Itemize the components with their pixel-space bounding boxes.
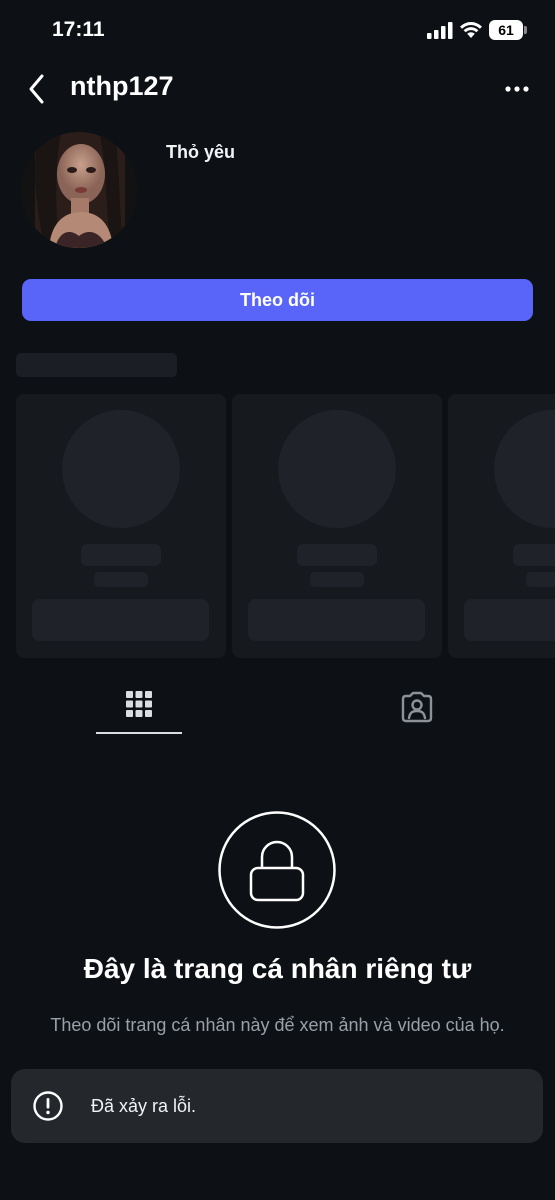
cellular-signal-icon	[427, 22, 453, 39]
suggestion-card-placeholder	[232, 394, 442, 658]
tab-tagged[interactable]	[374, 680, 460, 736]
suggestion-card-placeholder	[448, 394, 555, 658]
wifi-icon	[460, 22, 482, 38]
private-account-title: Đây là trang cá nhân riêng tư	[83, 953, 472, 984]
private-account-subtitle: Theo dõi trang cá nhân này để xem ảnh và…	[50, 1015, 505, 1035]
suggestions-title-placeholder	[16, 353, 177, 377]
display-name: Thỏ yêu	[166, 142, 236, 162]
suggestion-subtitle-placeholder	[310, 572, 364, 587]
suggestion-card-placeholder	[16, 394, 226, 658]
active-tab-indicator	[96, 732, 182, 734]
suggestion-button-placeholder	[248, 599, 425, 641]
alert-circle-icon	[33, 1091, 63, 1121]
avatar-image	[21, 132, 137, 248]
suggestion-name-placeholder	[81, 544, 161, 566]
avatar[interactable]	[21, 132, 137, 248]
follow-button[interactable]: Theo dõi	[22, 279, 533, 321]
suggestion-avatar-placeholder	[278, 410, 396, 528]
lock-icon	[218, 811, 336, 929]
more-horizontal-icon[interactable]	[500, 76, 534, 102]
suggestion-avatar-placeholder	[494, 410, 555, 528]
status-time: 17:11	[52, 18, 105, 41]
suggestion-subtitle-placeholder	[526, 572, 555, 587]
suggestion-button-placeholder	[464, 599, 555, 641]
suggestion-name-placeholder	[513, 544, 555, 566]
battery-indicator: 61	[489, 20, 527, 40]
suggestion-name-placeholder	[297, 544, 377, 566]
suggestion-button-placeholder	[32, 599, 209, 641]
toast-message: Đã xảy ra lỗi.	[91, 1096, 197, 1116]
error-toast[interactable]: Đã xảy ra lỗi.	[11, 1069, 543, 1143]
tagged-person-icon	[401, 691, 433, 723]
chevron-left-icon[interactable]	[22, 70, 54, 108]
profile-username: nthp127	[70, 71, 174, 101]
status-bar: 17:11 61	[0, 0, 555, 60]
grid-icon	[126, 691, 152, 717]
tab-posts[interactable]	[96, 680, 182, 736]
suggestion-avatar-placeholder	[62, 410, 180, 528]
battery-level: 61	[498, 22, 514, 38]
suggestion-subtitle-placeholder	[94, 572, 148, 587]
battery-tip	[524, 26, 527, 34]
